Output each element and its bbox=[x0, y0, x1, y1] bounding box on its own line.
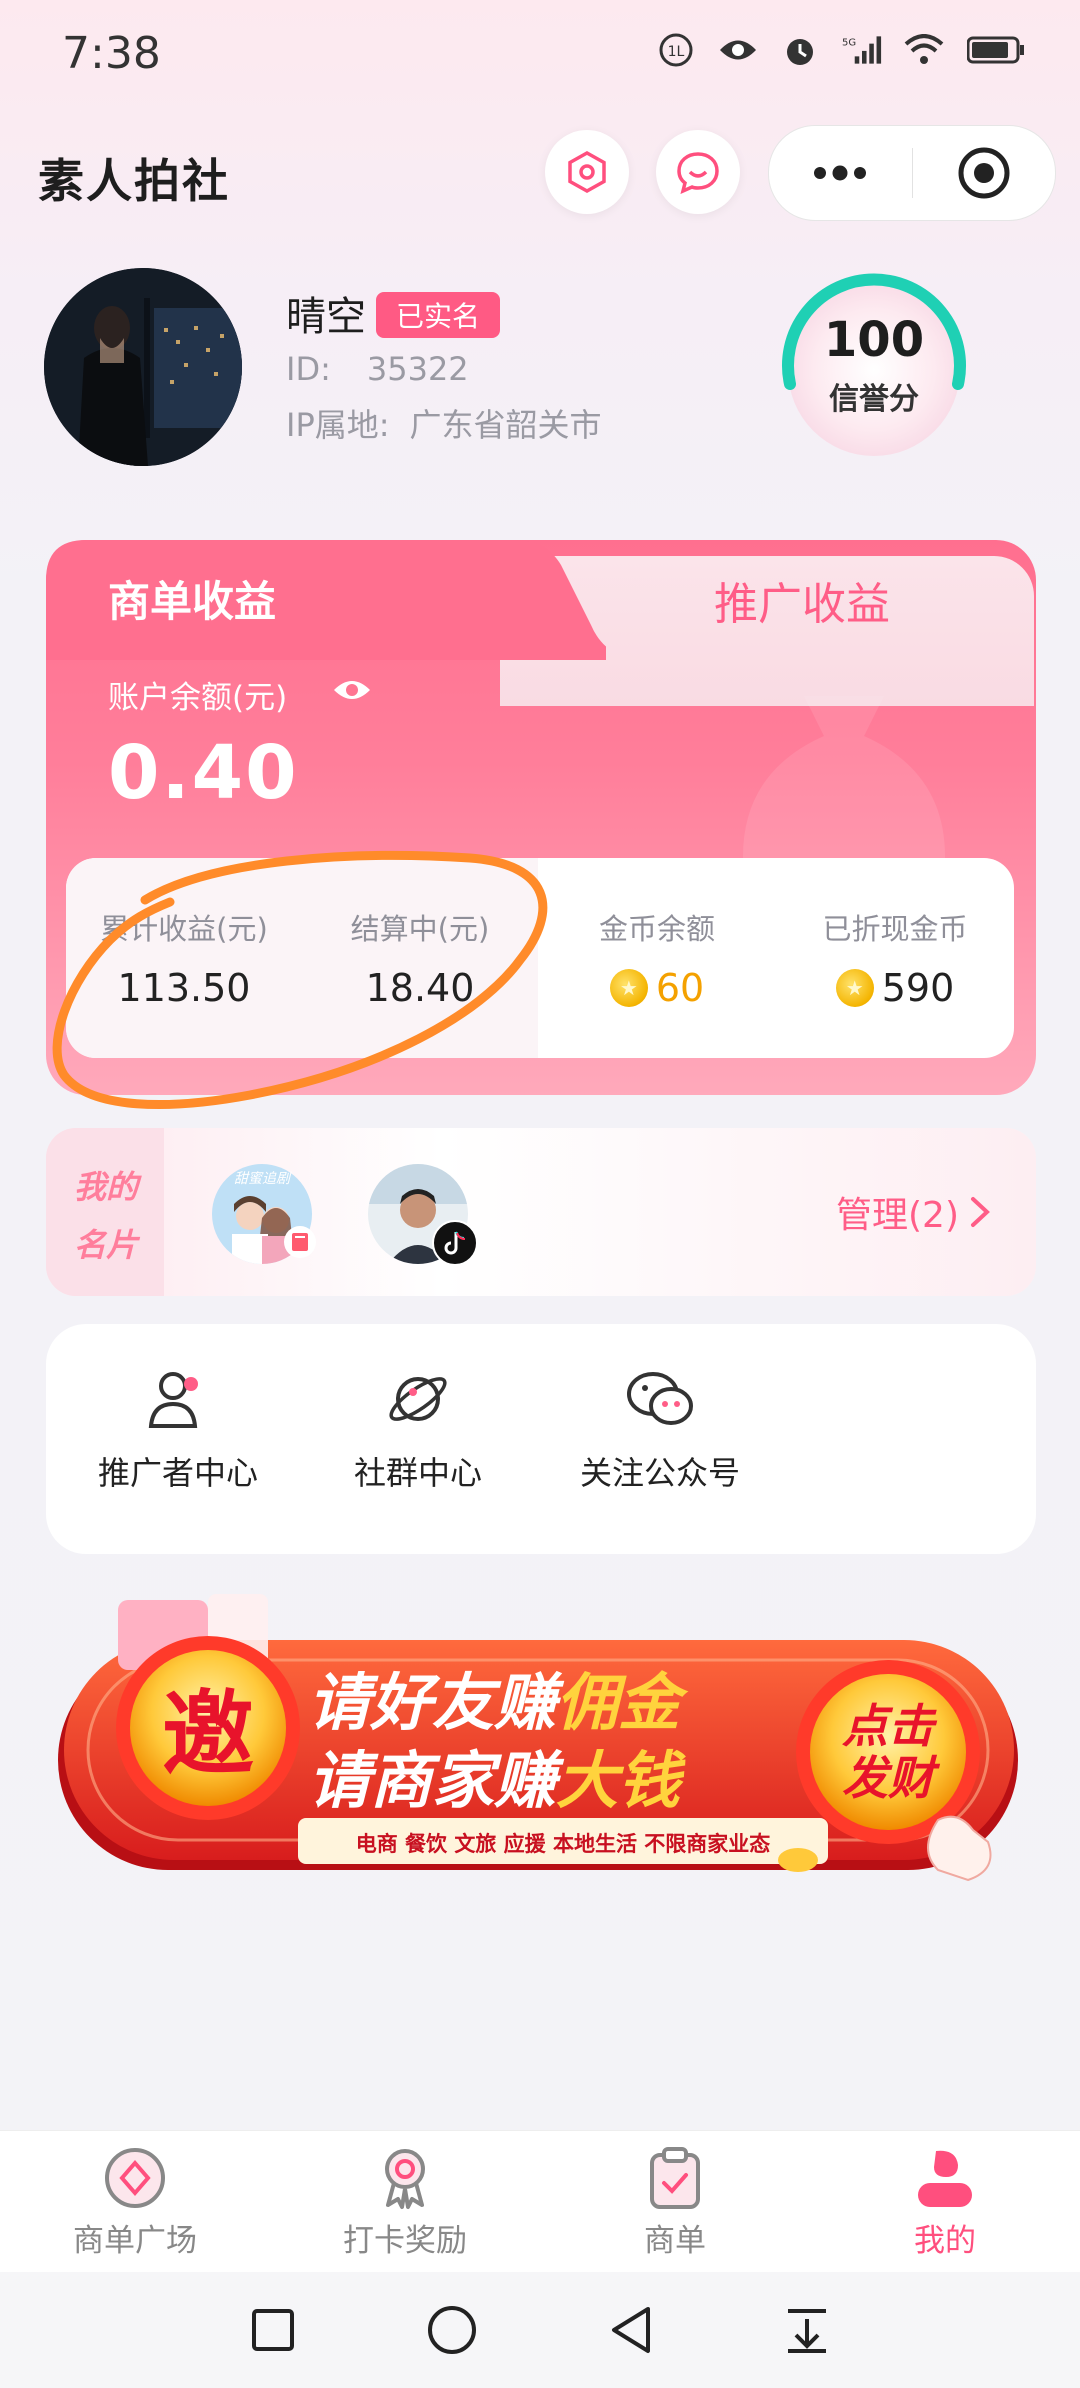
chat-smile-icon bbox=[677, 152, 719, 194]
credit-label: 信誉分 bbox=[829, 382, 919, 417]
id-label: ID: bbox=[286, 350, 331, 388]
profile-icon bbox=[918, 2150, 972, 2207]
verified-badge: 已实名 bbox=[376, 292, 501, 338]
menu-promoter-center[interactable]: 推广者中心 bbox=[58, 1368, 298, 1494]
mini-program-capsule bbox=[768, 125, 1056, 221]
stat-value-row: ★ 590 bbox=[835, 966, 955, 1010]
tab-label: 商单广场 bbox=[73, 2222, 197, 2259]
plaza-icon bbox=[105, 2147, 165, 2208]
recents-square-icon[interactable] bbox=[250, 2307, 296, 2353]
hexagon-button[interactable] bbox=[545, 130, 629, 214]
tab-orders[interactable]: 商单 bbox=[540, 2131, 810, 2273]
avatar-image bbox=[44, 268, 242, 466]
banner-badge: 邀 bbox=[161, 1680, 254, 1788]
balance-value: 0.40 bbox=[108, 730, 299, 816]
medal-icon bbox=[385, 2148, 425, 2209]
credit-score: 100 bbox=[823, 312, 925, 368]
banner-line1-a: 请好友赚 bbox=[308, 1666, 557, 1739]
battery-icon bbox=[966, 30, 1026, 70]
my-cards-tag-text: 我的 名片 bbox=[58, 1158, 154, 1274]
privacy-icon: 1L bbox=[656, 30, 696, 70]
menu-label: 推广者中心 bbox=[97, 1454, 258, 1492]
home-circle-icon[interactable] bbox=[426, 2304, 478, 2356]
manage-label: 管理(2) bbox=[836, 1195, 959, 1236]
money-bag-icon bbox=[743, 696, 945, 876]
book-badge-icon bbox=[284, 1226, 316, 1258]
tab-order-earnings[interactable]: 商单收益 bbox=[108, 568, 276, 629]
tab-label: 我的 bbox=[914, 2222, 976, 2259]
user-group-icon bbox=[148, 1372, 198, 1428]
tab-checkin-rewards[interactable]: 打卡奖励 bbox=[270, 2131, 540, 2273]
banner-line1-b: 佣金 bbox=[556, 1666, 681, 1739]
close-miniprogram-button[interactable] bbox=[913, 126, 1056, 220]
signal-icon: 5G bbox=[842, 30, 882, 70]
stat-coin-balance[interactable]: 金币余额 ★ 60 bbox=[538, 858, 776, 1058]
ip-value: 广东省韶关市 bbox=[409, 406, 602, 444]
target-icon bbox=[958, 147, 1010, 199]
coin-icon: ★ bbox=[835, 969, 874, 1007]
wifi-icon bbox=[904, 30, 944, 70]
banner-cta: 点击 发财 bbox=[824, 1700, 952, 1804]
more-button[interactable] bbox=[769, 126, 912, 220]
notification-pulldown-icon[interactable] bbox=[784, 2305, 830, 2355]
svg-text:1L: 1L bbox=[668, 44, 685, 60]
chat-button[interactable] bbox=[656, 130, 740, 214]
banner-line2-b: 大钱 bbox=[556, 1744, 681, 1817]
menu-community-center[interactable]: 社群中心 bbox=[298, 1368, 538, 1494]
stats-right-group: 金币余额 ★ 60 已折现金币 ★ 590 bbox=[538, 858, 1014, 1058]
more-dots-icon bbox=[814, 165, 867, 181]
banner-line2: 请商家赚大钱 bbox=[308, 1730, 680, 1820]
banner-line1: 请好友赚佣金 bbox=[308, 1652, 680, 1742]
tab-label: 打卡奖励 bbox=[343, 2222, 467, 2259]
menu-label: 关注公众号 bbox=[579, 1454, 740, 1492]
stat-value-row: ★ 60 bbox=[609, 966, 705, 1010]
menu-follow-official-account[interactable]: 关注公众号 bbox=[540, 1368, 780, 1494]
balance-label: 账户余额(元) bbox=[108, 680, 288, 716]
user-id: ID: 35322 bbox=[286, 350, 469, 388]
eye-toggle-icon[interactable] bbox=[332, 676, 372, 704]
planet-icon bbox=[389, 1377, 447, 1421]
banner-line2-a: 请商家赚 bbox=[308, 1744, 557, 1817]
manage-cards-button[interactable]: 管理(2) bbox=[836, 1186, 991, 1238]
avatar[interactable] bbox=[44, 268, 242, 466]
scribble-annotation bbox=[52, 850, 548, 1110]
menu-label: 社群中心 bbox=[353, 1454, 482, 1492]
clipboard-icon bbox=[650, 2146, 700, 2209]
status-icons: 1L 5G bbox=[656, 30, 1026, 70]
eye-icon bbox=[718, 30, 758, 70]
coin-icon: ★ bbox=[609, 969, 648, 1007]
invite-banner[interactable]: 邀 请好友赚佣金 请商家赚大钱 点击 发财 电商 餐饮 文旅 应援 本地生活 不限… bbox=[58, 1580, 1022, 1900]
id-value: 35322 bbox=[366, 350, 469, 388]
banner-subline: 电商 餐饮 文旅 应援 本地生活 不限商家业态 bbox=[355, 1832, 771, 1856]
card-avatar-caption: 甜蜜追剧 bbox=[234, 1171, 290, 1187]
nickname: 晴空 bbox=[286, 294, 366, 340]
wechat-icon bbox=[627, 1372, 693, 1425]
status-time: 7:38 bbox=[62, 28, 161, 79]
stat-label: 金币余额 bbox=[598, 912, 715, 946]
tab-mine[interactable]: 我的 bbox=[810, 2131, 1080, 2273]
alarm-icon bbox=[780, 30, 820, 70]
bottom-tabbar: 商单广场 打卡奖励 商单 我的 bbox=[0, 2130, 1080, 2273]
svg-text:5G: 5G bbox=[842, 37, 856, 48]
cta-line: 发财 bbox=[842, 1751, 934, 1805]
stat-label: 已折现金币 bbox=[822, 912, 968, 946]
back-triangle-icon[interactable] bbox=[608, 2305, 654, 2355]
chevron-right-icon bbox=[971, 1197, 990, 1227]
app-title: 素人拍社 bbox=[38, 154, 230, 208]
system-nav-bar bbox=[0, 2272, 1080, 2388]
ip-label: IP属地: bbox=[286, 406, 390, 444]
tab-order-plaza[interactable]: 商单广场 bbox=[0, 2131, 270, 2273]
cta-line: 点击 bbox=[842, 1699, 934, 1753]
ip-location: IP属地: 广东省韶关市 bbox=[286, 400, 602, 446]
stat-value: 60 bbox=[655, 966, 705, 1010]
stat-cashed-coins[interactable]: 已折现金币 ★ 590 bbox=[776, 858, 1014, 1058]
hexagon-icon bbox=[568, 150, 606, 194]
stat-value: 590 bbox=[881, 966, 955, 1010]
tab-label: 商单 bbox=[644, 2222, 706, 2259]
tag-line: 我的 bbox=[73, 1168, 138, 1206]
tab-promotion-earnings-label[interactable]: 推广收益 bbox=[714, 568, 890, 632]
tiktok-icon bbox=[432, 1220, 478, 1266]
tag-line: 名片 bbox=[73, 1226, 138, 1264]
